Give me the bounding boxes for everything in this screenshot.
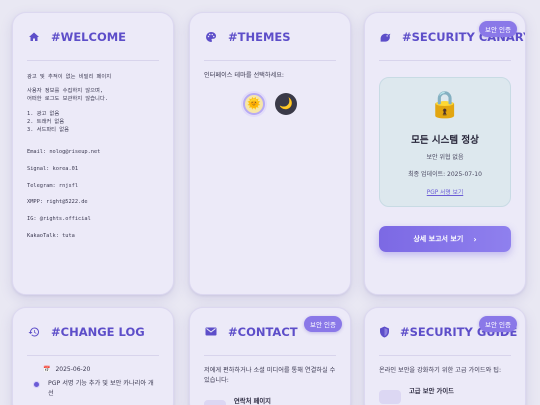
- change-log-header: #CHANGE LOG: [27, 308, 159, 356]
- contact-kakaotalk[interactable]: KakaoTalk: tuta: [27, 232, 159, 240]
- palette-icon: [204, 30, 218, 44]
- envelope-icon: [204, 325, 218, 339]
- feature-item: 1. 광고 없음: [27, 110, 60, 117]
- guide-icon: [379, 389, 401, 404]
- welcome-line: 광고 및 추적이 없는 비밀리 페이지: [27, 74, 112, 80]
- view-report-button[interactable]: 상세 보고서 보기 ›: [379, 226, 511, 252]
- status-title: 모든 시스템 정상: [411, 135, 479, 146]
- change-log-card: #CHANGE LOG 📅 2025-06-20 PGP 서명 기능 추가 및 …: [12, 307, 174, 405]
- shield-icon: [379, 325, 390, 339]
- themes-title: #THEMES: [228, 29, 291, 44]
- chevron-right-icon: ›: [473, 234, 477, 244]
- contact-xmpp[interactable]: XMPP: right@5222.de: [27, 198, 159, 206]
- contact-description: 저에게 편하하거나 소셜 미디어를 통해 연결하실 수 있습니다:: [204, 367, 336, 384]
- theme-options: 🌞 🌙: [204, 92, 336, 115]
- canary-bird-icon: [379, 30, 392, 44]
- security-guide-description: 온라인 보안을 강화하기 위한 고급 가이드와 팁:: [379, 367, 502, 374]
- moon-icon: 🌙: [279, 97, 293, 111]
- security-badge: 보안 인증: [479, 21, 517, 37]
- welcome-body: 광고 및 추적이 없는 비밀리 페이지 사용자 정보를 수집하지 않으며, 어떠…: [27, 73, 159, 240]
- timeline-dot: [33, 381, 40, 388]
- contact-title: #CONTACT: [228, 324, 298, 339]
- themes-header: #THEMES: [204, 13, 336, 61]
- log-date: 📅 2025-06-20: [43, 366, 159, 373]
- contact-card: 보안 인증 #CONTACT 저에게 편하하거나 소셜 미디어를 통해 연결하실…: [189, 307, 351, 405]
- dark-theme-button[interactable]: 🌙: [275, 92, 297, 115]
- report-button-label: 상세 보고서 보기: [413, 235, 464, 243]
- contact-page-label: 연락처 페이지: [234, 397, 271, 405]
- sun-icon: 🌞: [247, 97, 261, 111]
- log-entry-text: PGP 서명 기능 추가 및 보안 카나리아 개선: [48, 380, 154, 397]
- welcome-card: #WELCOME 광고 및 추적이 없는 비밀리 페이지 사용자 정보를 수집하…: [12, 12, 174, 295]
- welcome-header: #WELCOME: [27, 13, 159, 61]
- feature-item: 2. 트래커 없음: [27, 118, 65, 125]
- advanced-guide-label: 고급 보안 가이드: [409, 387, 454, 395]
- change-log-title: #CHANGE LOG: [51, 324, 145, 339]
- canary-status-box: 🔒 모든 시스템 정상 보안 위협 없음 최종 업데이트: 2025-07-10…: [379, 77, 511, 207]
- welcome-title: #WELCOME: [51, 29, 127, 44]
- security-guide-card: 보안 인증 #SECURITY GUIDE 온라인 보안을 강화하기 위한 고급…: [364, 307, 526, 405]
- advanced-guide-item[interactable]: 고급 보안 가이드: [379, 386, 511, 404]
- contact-telegram[interactable]: Telegram: rnjsfl: [27, 182, 159, 190]
- contact-signal[interactable]: Signal: korea.01: [27, 165, 159, 173]
- security-badge: 보안 인증: [304, 316, 342, 332]
- calendar-icon: 📅: [43, 366, 51, 373]
- welcome-line: 사용자 정보를 수집하지 않으며,: [27, 88, 104, 95]
- contact-page-item[interactable]: 연락처 페이지: [204, 396, 336, 405]
- contact-page-icon: [204, 399, 226, 405]
- contact-email[interactable]: Email: nolog@riseup.net: [27, 148, 159, 156]
- log-date-text: 2025-06-20: [55, 366, 91, 373]
- pgp-signature-link[interactable]: PGP 서명 보기: [388, 187, 502, 196]
- last-updated: 최종 업데이트: 2025-07-10: [408, 171, 482, 178]
- welcome-line: 어떠한 로그도 보관하지 않습니다.: [27, 96, 108, 103]
- status-subtitle: 보안 위협 없음: [426, 154, 464, 161]
- log-entry: PGP 서명 기능 추가 및 보안 카나리아 개선: [27, 379, 159, 399]
- themes-card: #THEMES 인터페이스 테마를 선택하세요: 🌞 🌙: [189, 12, 351, 295]
- themes-prompt: 인터페이스 테마를 선택하세요:: [204, 72, 285, 79]
- lock-icon: 🔒: [428, 90, 462, 120]
- home-icon: [27, 30, 41, 44]
- security-canary-card: 보안 인증 #SECURITY CANARY 🔒 모든 시스템 정상 보안 위협…: [364, 12, 526, 295]
- security-badge: 보안 인증: [479, 316, 517, 332]
- contact-instagram[interactable]: IG: @rights.official: [27, 215, 159, 223]
- history-icon: [27, 325, 41, 339]
- feature-item: 3. 서드파티 없음: [27, 127, 69, 134]
- light-theme-button[interactable]: 🌞: [243, 92, 265, 115]
